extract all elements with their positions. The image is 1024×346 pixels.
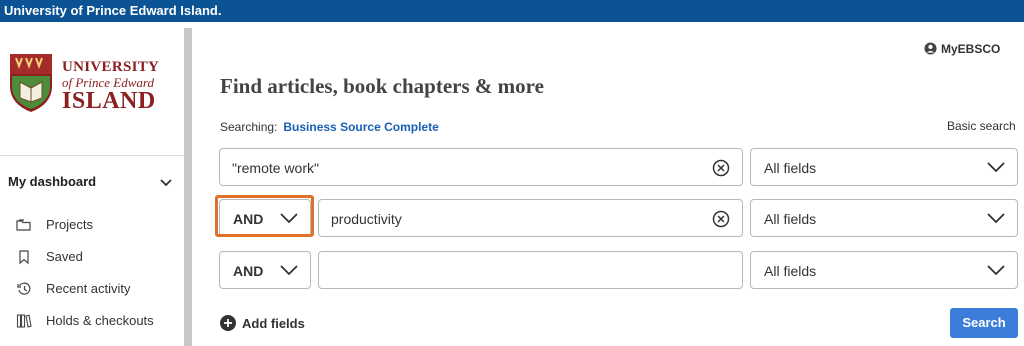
sidebar-divider (0, 155, 184, 156)
boolean-operator-select-3[interactable]: AND (219, 251, 311, 289)
folder-icon (16, 219, 31, 231)
clear-icon[interactable] (712, 159, 730, 177)
search-input-1[interactable]: "remote work" (219, 148, 743, 186)
chevron-down-icon (280, 265, 298, 276)
search-input-value: "remote work" (232, 160, 319, 176)
database-link[interactable]: Business Source Complete (283, 120, 438, 134)
chevron-down-icon (987, 265, 1005, 276)
university-logo[interactable]: UNIVERSITY of Prince Edward ISLAND (8, 52, 168, 122)
sidebar-item-saved[interactable]: Saved (16, 248, 176, 266)
sidebar-item-label: Projects (46, 217, 93, 232)
chevron-down-icon (987, 162, 1005, 173)
sidebar-item-label: Holds & checkouts (46, 313, 154, 328)
field-select-3[interactable]: All fields (750, 251, 1018, 289)
user-circle-icon (924, 42, 937, 55)
my-dashboard-toggle[interactable]: My dashboard (8, 174, 172, 192)
sidebar-item-label: Recent activity (46, 281, 131, 296)
myebsco-account-button[interactable]: MyEBSCO (924, 42, 1000, 56)
crest-icon (10, 54, 52, 112)
boolean-operator-select-2[interactable]: AND (219, 199, 311, 237)
field-select-value: All fields (764, 211, 817, 227)
books-icon (16, 314, 32, 328)
search-input-value: productivity (331, 211, 402, 227)
chevron-down-icon (160, 179, 172, 187)
bookmark-icon (19, 250, 29, 265)
field-select-2[interactable]: All fields (750, 199, 1018, 237)
clear-icon[interactable] (712, 210, 730, 228)
add-fields-label: Add fields (242, 316, 305, 331)
page-title: Find articles, book chapters & more (220, 74, 544, 98)
logo-line-3: ISLAND (62, 88, 156, 114)
sidebar-item-holds-checkouts[interactable]: Holds & checkouts (16, 312, 176, 330)
search-input-3[interactable] (318, 251, 743, 289)
add-fields-button[interactable]: Add fields (220, 315, 305, 331)
sidebar-scrollbar[interactable] (184, 28, 192, 346)
chevron-down-icon (987, 213, 1005, 224)
sidebar-item-label: Saved (46, 249, 83, 264)
field-select-1[interactable]: All fields (750, 148, 1018, 186)
field-select-value: All fields (764, 160, 817, 176)
field-select-value: All fields (764, 263, 817, 279)
plus-circle-icon (220, 315, 236, 331)
search-button[interactable]: Search (950, 308, 1018, 338)
sidebar-item-projects[interactable]: Projects (16, 216, 176, 234)
basic-search-link[interactable]: Basic search (947, 119, 1016, 133)
searching-label: Searching: (220, 120, 278, 134)
boolean-operator-value: AND (233, 211, 264, 227)
logo-line-1: UNIVERSITY (62, 59, 160, 75)
institution-banner: University of Prince Edward Island. (0, 0, 1024, 22)
searching-indicator: Searching: Business Source Complete (220, 120, 439, 134)
dashboard-label: My dashboard (8, 174, 97, 189)
boolean-operator-value: AND (233, 263, 264, 279)
account-label: MyEBSCO (941, 42, 1001, 56)
search-input-2[interactable]: productivity (318, 199, 743, 237)
history-icon (17, 282, 31, 295)
sidebar-item-recent-activity[interactable]: Recent activity (16, 280, 176, 298)
chevron-down-icon (280, 213, 298, 224)
